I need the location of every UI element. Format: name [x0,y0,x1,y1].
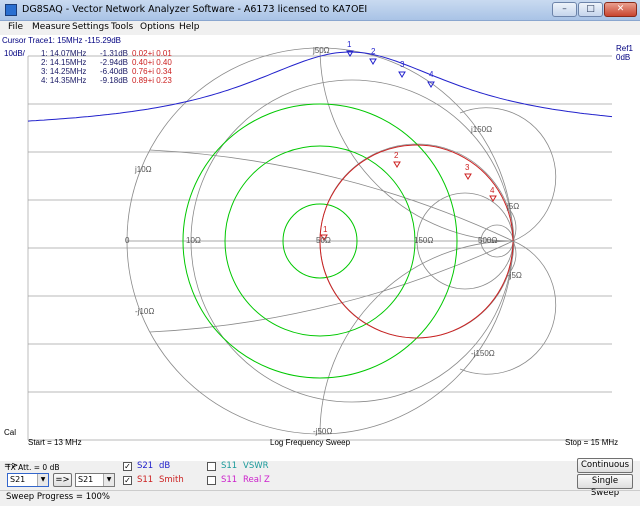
marker-id: 2: [41,58,48,67]
menu-measure[interactable]: Measure [32,22,70,32]
marker-freq: 14.15MHz [49,58,87,67]
marker-freq: 14.07MHz [49,49,87,58]
marker-id: 1: [41,49,48,58]
marker-freq: 14.35MHz [49,76,87,85]
s11-realz-param: S11 [221,475,238,485]
s11-marker-label-3: 3 [465,163,470,172]
tx-attenuation: TX Att. = 0 dB [6,463,60,472]
smith-label-mj5: -j5Ω [507,271,522,280]
s21-marker-triangle [398,71,406,78]
s11-vswr-param: S11 [221,461,238,471]
single-sweep-button[interactable]: Single Sweep [577,474,633,498]
app-icon [5,4,17,16]
ref-unit-label: 0dB [616,53,631,62]
s11-mode-label: Smith [159,475,184,485]
plot-area[interactable]: Cursor Trace1: 15MHz -115.29dB 10dB/ Ref… [0,35,640,461]
marker-db: -6.40dB [100,67,129,76]
smith-chart-and-s21-plot [27,47,613,441]
marker-z: 0.02+i 0.01 [132,49,172,58]
marker-z: 0.76+i 0.34 [132,67,172,76]
s11-marker-triangle [393,161,401,168]
s11-marker-label-4: 4 [490,186,495,195]
sweep-type: Log Frequency Sweep [270,438,351,447]
continuous-button[interactable]: Continuous [577,458,633,473]
smith-label-j10: j10Ω [135,165,152,174]
maximize-button[interactable]: □ [578,2,603,17]
title-bar: DG8SAQ - Vector Network Analyzer Softwar… [0,0,640,21]
stop-frequency: Stop = 15 MHz [565,438,619,447]
smith-label-j150: j150Ω [471,125,493,134]
s21-marker-triangle [369,58,377,65]
marker-db: -1.31dB [100,49,129,58]
marker-z: 0.40+i 0.40 [132,58,172,67]
smith-label-r50: 50Ω [316,236,331,245]
smith-label-r0: 0 [125,236,130,245]
target-param-select[interactable]: S21 ▼ [75,473,115,487]
smith-label-j5: j5Ω [507,202,520,211]
s11-realz-checkbox[interactable] [207,476,216,485]
s11-marker-triangle [464,173,472,180]
start-frequency: Start = 13 MHz [28,438,82,447]
menu-settings[interactable]: Settings [72,22,109,32]
s21-marker-label-1: 1 [347,40,352,49]
cursor-readout: Cursor Trace1: 15MHz -115.29dB [2,36,122,45]
marker-row: 3: 14.25MHz [41,67,86,76]
s21-param-label: S21 [137,461,154,471]
s11-vswr-checkbox[interactable] [207,462,216,471]
window-title: DG8SAQ - Vector Network Analyzer Softwar… [22,4,368,15]
menu-help[interactable]: Help [179,22,200,32]
sweep-progress-bar: Sweep Progress = 100% [0,490,640,506]
copy-arrow-button[interactable]: => [53,473,72,487]
ref-label: Ref1 [616,44,633,53]
menu-file[interactable]: File [8,22,23,32]
marker-row: 2: 14.15MHz [41,58,86,67]
smith-label-mj150: -j150Ω [471,349,495,358]
chevron-down-icon: ▼ [103,474,114,486]
s21-db-checkbox[interactable]: ✓ [123,462,132,471]
sweep-progress-label: Sweep Progress = 100% [6,492,111,502]
s11-vswr-mode: VSWR [243,461,269,471]
s11-smith-checkbox[interactable]: ✓ [123,476,132,485]
s11-marker-label-1: 1 [323,225,328,234]
smith-label-r150: 150Ω [414,236,434,245]
s11-marker-label-2: 2 [394,151,399,160]
menu-options[interactable]: Options [140,22,175,32]
marker-freq: 14.25MHz [49,67,87,76]
menu-bar: File Measure Settings Tools Options Help [0,21,640,35]
marker-z: 0.89+i 0.23 [132,76,172,85]
marker-id: 4: [41,76,48,85]
source-param-select[interactable]: S21 ▼ [7,473,49,487]
smith-label-r500: 500Ω [478,236,498,245]
chevron-down-icon: ▼ [37,474,48,486]
left-scale-label: 10dB/ [4,49,25,58]
marker-row: 1: 14.07MHz [41,49,86,58]
minimize-button[interactable]: – [552,2,577,17]
target-param-value: S21 [78,475,94,484]
marker-db: -9.18dB [100,76,129,85]
s21-mode-label: dB [159,461,171,471]
marker-row: 4: 14.35MHz [41,76,86,85]
marker-db: -2.94dB [100,58,129,67]
smith-mx50-arc [319,240,514,435]
cal-label: Cal [4,428,17,437]
close-button[interactable]: ✕ [604,2,637,17]
s11-param-label: S11 [137,475,154,485]
smith-label-j50: j50Ω [313,46,330,55]
source-param-value: S21 [10,475,26,484]
smith-label-mj50: -j50Ω [313,427,333,436]
smith-label-mj10: -j10Ω [135,307,155,316]
s21-marker-label-2: 2 [371,47,376,56]
s21-markers [346,50,435,88]
marker-id: 3: [41,67,48,76]
s11-realz-mode: Real Z [243,475,270,485]
menu-tools[interactable]: Tools [111,22,133,32]
s21-marker-label-3: 3 [400,60,405,69]
smith-label-r10: 10Ω [186,236,201,245]
s21-marker-label-4: 4 [429,70,434,79]
